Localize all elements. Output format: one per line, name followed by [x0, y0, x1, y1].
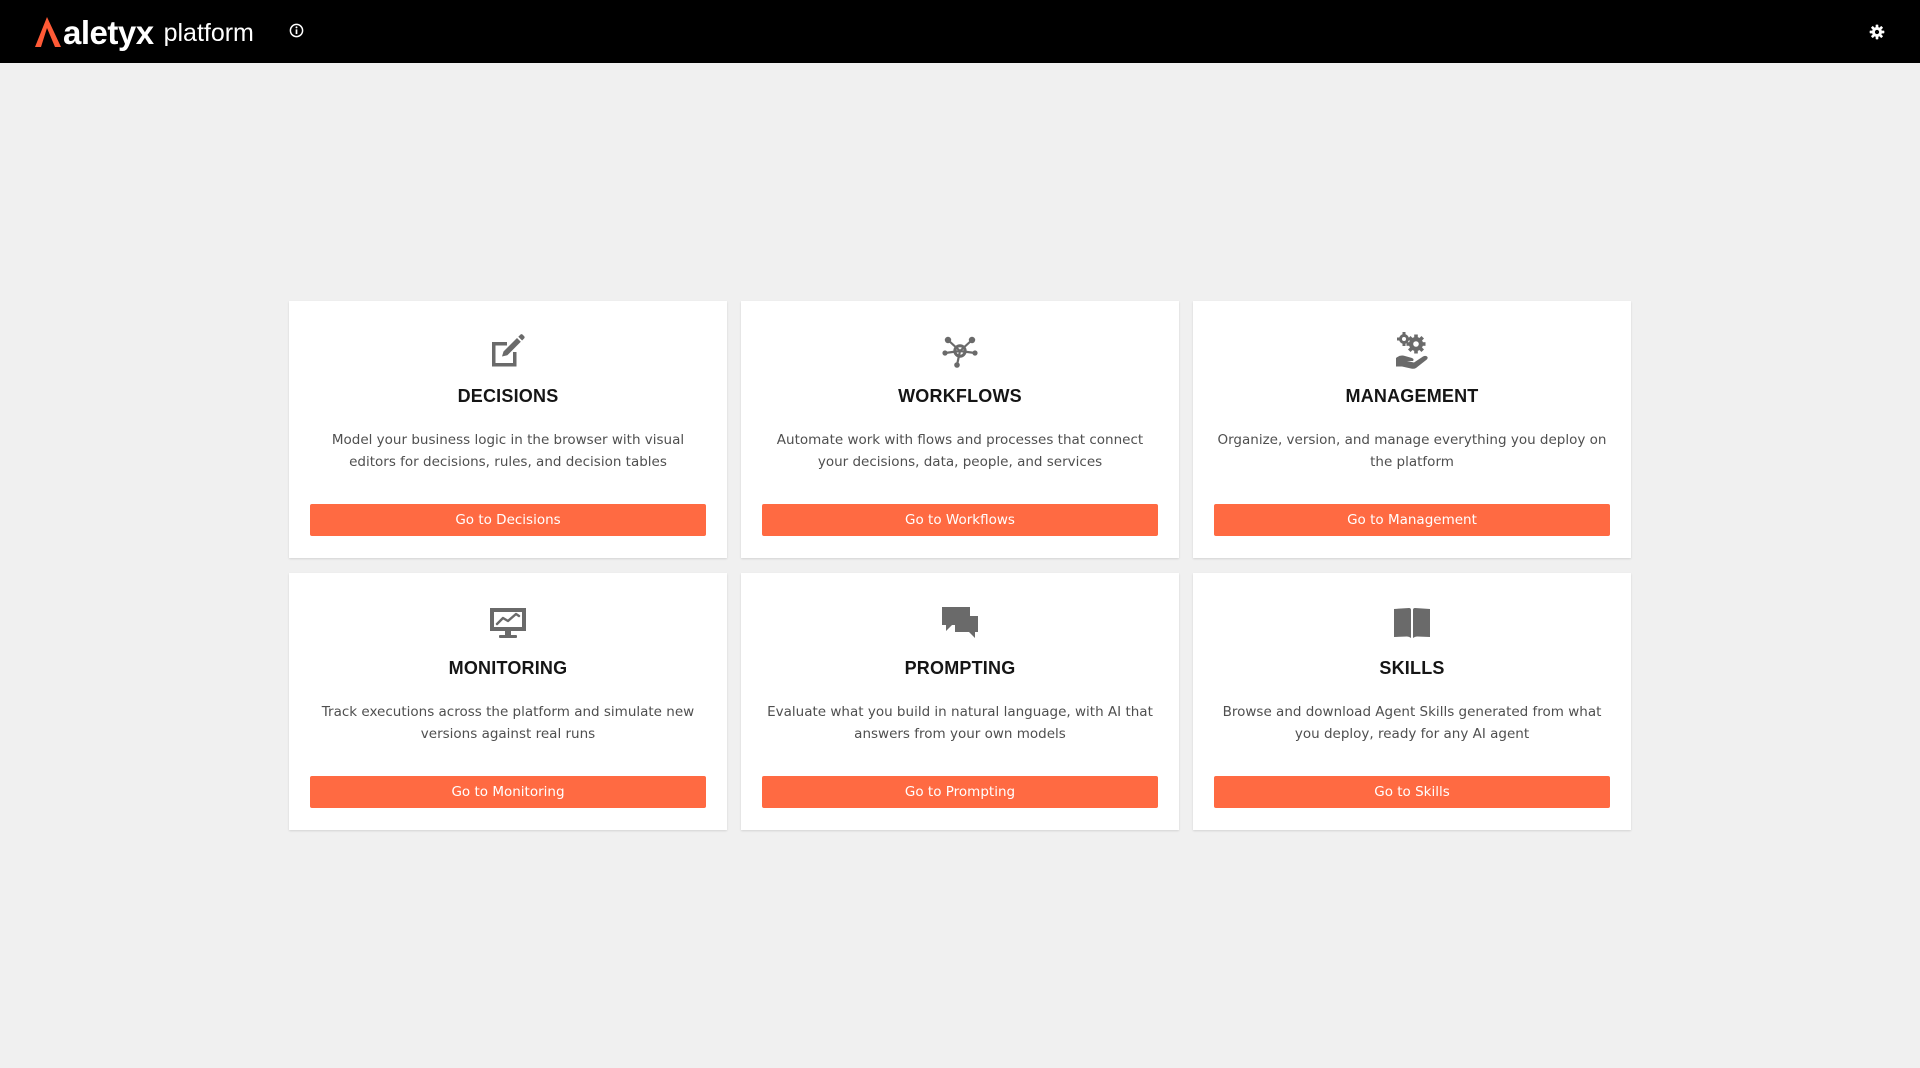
card-decisions: DECISIONS Model your business logic in t… [289, 301, 727, 558]
masthead: aletyx platform [0, 0, 1920, 63]
brand-logo-link[interactable]: aletyx platform [34, 12, 254, 52]
about-button[interactable] [287, 21, 305, 39]
gear-icon [1869, 24, 1885, 40]
aletyx-logo: aletyx [34, 16, 154, 49]
card-prompting: PROMPTING Evaluate what you build in nat… [741, 573, 1179, 830]
monitor-chart-icon [486, 603, 530, 643]
go-to-decisions-button[interactable]: Go to Decisions [310, 504, 706, 536]
network-hub-icon [938, 331, 982, 371]
logo-a-mark-icon [35, 17, 61, 47]
card-description: Browse and download Agent Skills generat… [1222, 704, 1602, 742]
card-title: WORKFLOWS [898, 386, 1022, 406]
card-management: MANAGEMENT Organize, version, and manage… [1193, 301, 1631, 558]
card-skills: SKILLS Browse and download Agent Skills … [1193, 573, 1631, 830]
card-description: Evaluate what you build in natural langu… [767, 704, 1153, 742]
product-card-grid: DECISIONS Model your business logic in t… [289, 301, 1631, 830]
card-title: SKILLS [1379, 658, 1445, 678]
card-description: Organize, version, and manage everything… [1217, 432, 1607, 470]
card-title: PROMPTING [904, 658, 1016, 678]
open-book-icon [1390, 603, 1434, 643]
card-monitoring: MONITORING Track executions across the p… [289, 573, 727, 830]
brand-word: aletyx [63, 13, 154, 51]
card-description: Track executions across the platform and… [321, 704, 695, 742]
gears-hand-icon [1390, 331, 1434, 371]
go-to-workflows-button[interactable]: Go to Workflows [762, 504, 1158, 536]
card-title: MANAGEMENT [1345, 386, 1479, 406]
settings-button[interactable] [1866, 21, 1888, 43]
go-to-management-button[interactable]: Go to Management [1214, 504, 1610, 536]
go-to-monitoring-button[interactable]: Go to Monitoring [310, 776, 706, 808]
brand-product-name: platform [163, 18, 254, 47]
card-title: DECISIONS [457, 386, 559, 406]
card-workflows: WORKFLOWS Automate work with flows and p… [741, 301, 1179, 558]
card-description: Model your business logic in the browser… [331, 432, 685, 470]
go-to-prompting-button[interactable]: Go to Prompting [762, 776, 1158, 808]
card-description: Automate work with flows and processes t… [776, 432, 1144, 470]
go-to-skills-button[interactable]: Go to Skills [1214, 776, 1610, 808]
pencil-square-icon [486, 331, 530, 371]
chat-bubbles-icon [938, 603, 982, 643]
card-title: MONITORING [448, 658, 568, 678]
info-circle-icon [289, 23, 303, 37]
